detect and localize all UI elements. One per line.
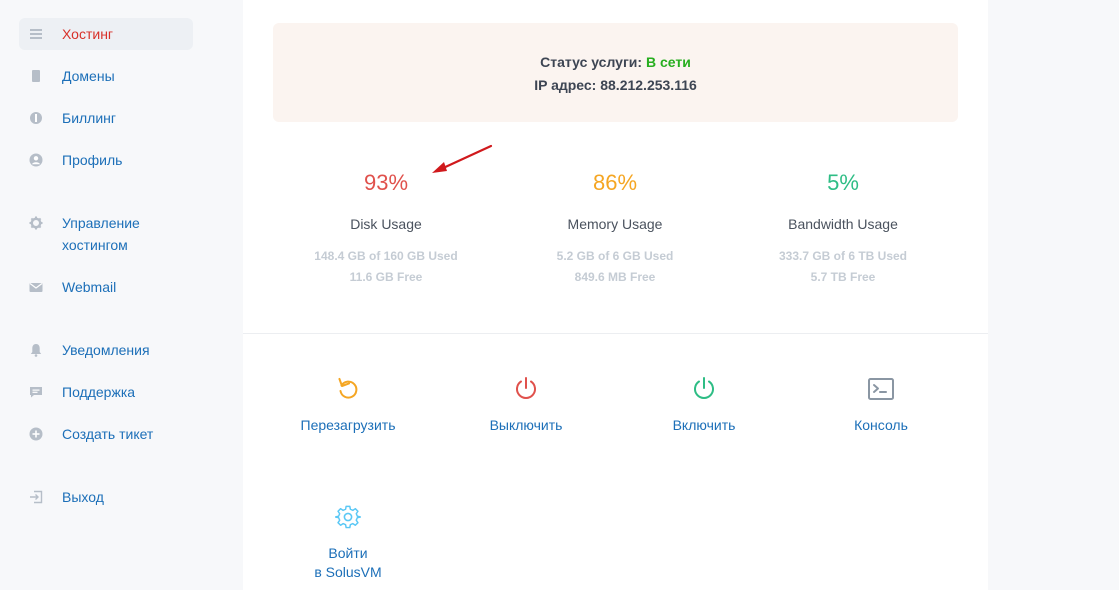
service-status-value: В сети xyxy=(645,54,691,70)
mail-icon xyxy=(29,280,43,294)
solusvm-login-button[interactable]: Войти в SolusVM xyxy=(273,504,423,582)
console-button[interactable]: Консоль xyxy=(806,376,956,436)
ip-address-line: IP адрес: 88.212.253.116 xyxy=(273,75,958,95)
sidebar-item-billing[interactable]: Биллинг xyxy=(19,107,193,129)
sidebar-item-hosting-management[interactable]: Управление хостингом xyxy=(19,212,193,256)
sidebar-item-label: Уведомления xyxy=(62,342,150,358)
user-icon xyxy=(29,153,43,167)
sidebar-item-label: Домены xyxy=(62,68,115,84)
sidebar-item-notifications[interactable]: Уведомления xyxy=(19,339,193,361)
memory-usage-free: 849.6 MB Free xyxy=(574,270,656,284)
power-off-icon xyxy=(516,377,536,399)
divider xyxy=(243,333,988,334)
console-icon xyxy=(868,378,894,400)
restart-button[interactable]: Перезагрузить xyxy=(273,376,423,436)
power-off-button[interactable]: Выключить xyxy=(451,376,601,436)
solusvm-label-line2: в SolusVM xyxy=(314,564,382,580)
sidebar-item-label: Биллинг xyxy=(62,110,117,126)
document-icon xyxy=(29,69,43,83)
ip-address-value: 88.212.253.116 xyxy=(600,77,697,93)
sidebar-item-support[interactable]: Поддержка xyxy=(19,381,193,403)
console-label: Консоль xyxy=(854,417,908,433)
power-off-label: Выключить xyxy=(489,417,563,433)
sidebar: Хостинг Домены Биллинг Профиль Управлени… xyxy=(0,0,200,590)
bandwidth-usage-percent: 5% xyxy=(827,170,859,195)
bandwidth-usage-label: Bandwidth Usage xyxy=(788,216,898,232)
settings-icon xyxy=(335,505,361,529)
logout-icon xyxy=(29,490,43,504)
list-icon xyxy=(29,27,43,41)
sidebar-item-label: Создать тикет xyxy=(62,426,154,442)
sidebar-item-hosting[interactable]: Хостинг xyxy=(19,18,193,50)
power-on-button[interactable]: Включить xyxy=(629,376,779,436)
sidebar-item-label-line1: Управление xyxy=(62,215,140,231)
memory-usage-used: 5.2 GB of 6 GB Used xyxy=(556,249,674,263)
restart-label: Перезагрузить xyxy=(300,417,396,433)
bell-icon xyxy=(29,343,43,357)
plus-circle-icon xyxy=(29,427,43,441)
chat-icon xyxy=(29,385,43,399)
disk-usage-percent: 93% xyxy=(363,170,409,195)
restart-icon xyxy=(338,377,358,399)
gear-icon xyxy=(29,216,43,230)
sidebar-item-webmail[interactable]: Webmail xyxy=(19,276,193,298)
solusvm-label-line1: Войти xyxy=(328,545,368,561)
sidebar-item-label: Хостинг xyxy=(62,26,114,42)
ip-address-label: IP адрес: xyxy=(534,77,597,93)
power-on-icon xyxy=(694,377,714,399)
sidebar-item-logout[interactable]: Выход xyxy=(19,486,193,508)
sidebar-item-domains[interactable]: Домены xyxy=(19,65,193,87)
billing-icon xyxy=(29,111,43,125)
service-status-line: Статус услуги: В сети xyxy=(273,52,958,72)
service-status-panel: Статус услуги: В сети IP адрес: 88.212.2… xyxy=(273,23,958,122)
memory-usage-percent: 86% xyxy=(592,170,638,195)
service-card: Статус услуги: В сети IP адрес: 88.212.2… xyxy=(243,0,988,590)
sidebar-item-profile[interactable]: Профиль xyxy=(19,149,193,171)
power-on-label: Включить xyxy=(672,417,736,433)
sidebar-item-label: Webmail xyxy=(62,279,117,295)
sidebar-item-label: Профиль xyxy=(62,152,123,168)
disk-usage-free: 11.6 GB Free xyxy=(349,270,423,284)
sidebar-item-label: Поддержка xyxy=(62,384,136,400)
sidebar-item-label: Выход xyxy=(62,489,104,505)
service-status-label: Статус услуги: xyxy=(540,54,643,70)
bandwidth-usage-used: 333.7 GB of 6 TB Used xyxy=(778,249,908,263)
sidebar-item-create-ticket[interactable]: Создать тикет xyxy=(19,423,193,445)
bandwidth-usage-free: 5.7 TB Free xyxy=(810,270,876,284)
memory-usage-label: Memory Usage xyxy=(567,216,663,232)
disk-usage-label: Disk Usage xyxy=(350,216,422,232)
sidebar-item-label-line2: хостингом xyxy=(62,237,128,253)
disk-usage-used: 148.4 GB of 160 GB Used xyxy=(314,249,458,263)
